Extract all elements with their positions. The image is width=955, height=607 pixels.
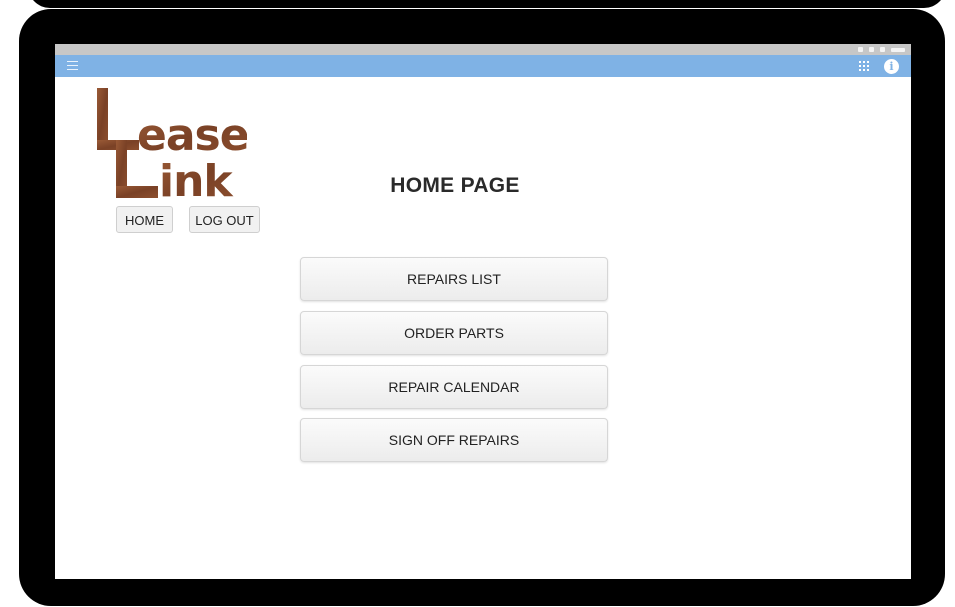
apps-grid-icon[interactable]	[859, 61, 869, 71]
sign-off-repairs-button[interactable]: SIGN OFF REPAIRS	[300, 418, 608, 462]
page-title: HOME PAGE	[390, 174, 520, 197]
signal-icon	[858, 47, 863, 52]
adjacent-device-edge	[28, 0, 946, 8]
home-button[interactable]: HOME	[116, 206, 173, 233]
wifi-icon	[869, 47, 874, 52]
menu-icon[interactable]	[67, 61, 78, 70]
order-parts-button[interactable]: ORDER PARTS	[300, 311, 608, 355]
tablet-screen: i ease ink HOME LOG OUT HOME PAGE REPAIR…	[55, 44, 911, 579]
clock-icon	[891, 47, 905, 52]
status-bar	[55, 44, 911, 55]
svg-text:ink: ink	[159, 156, 234, 198]
svg-text:ease: ease	[137, 110, 247, 161]
repair-calendar-button[interactable]: REPAIR CALENDAR	[300, 365, 608, 409]
battery-icon	[880, 47, 885, 52]
status-icons	[858, 45, 905, 54]
info-icon[interactable]: i	[884, 59, 899, 74]
main-menu: REPAIRS LIST ORDER PARTS REPAIR CALENDAR…	[300, 257, 608, 472]
app-bar: i	[55, 55, 911, 77]
repairs-list-button[interactable]: REPAIRS LIST	[300, 257, 608, 301]
logout-button[interactable]: LOG OUT	[189, 206, 260, 233]
lease-link-logo: ease ink	[97, 88, 247, 198]
